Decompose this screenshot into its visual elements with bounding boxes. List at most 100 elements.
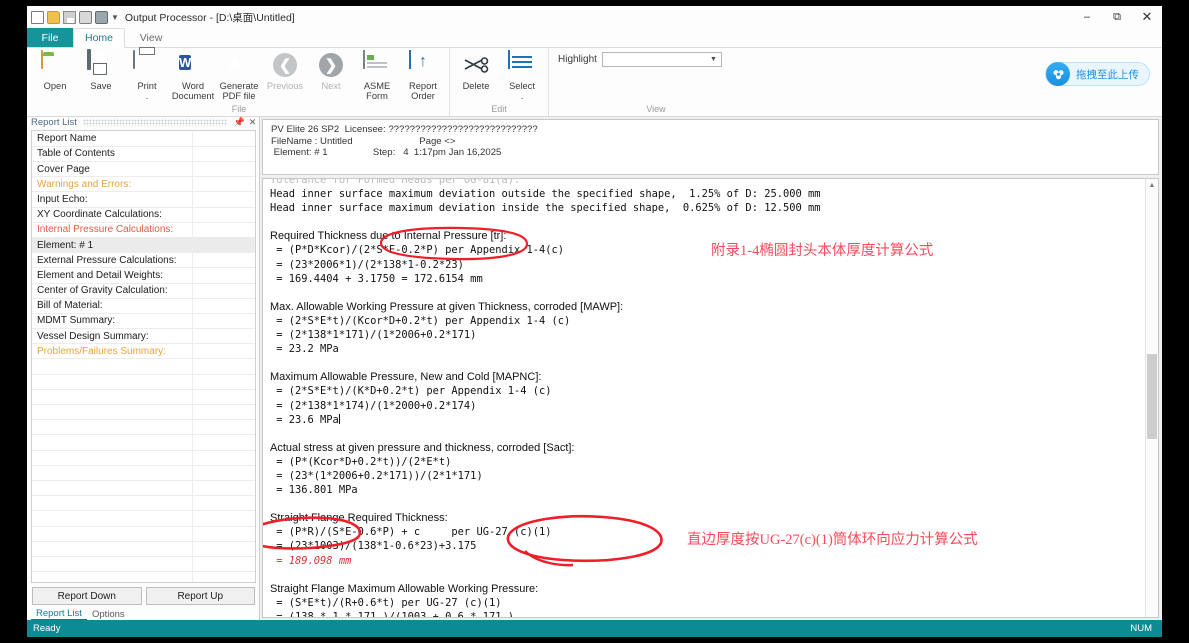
document-scroll-viewport[interactable]: Tolerance for Formed Heads per UG-81(a):… <box>263 179 1145 617</box>
report-list-row[interactable]: External Pressure Calculations: <box>32 252 255 269</box>
report-line: Maximum Allowable Pressure, New and Cold… <box>270 371 542 384</box>
report-line: = 169.4404 + 3.1750 = 172.6154 mm <box>270 272 483 285</box>
highlight-label: Highlight <box>558 54 597 65</box>
report-list-row[interactable]: Warnings and Errors: <box>32 176 255 193</box>
report-list-row[interactable]: Bill of Material: <box>32 298 255 314</box>
delete-button[interactable]: Delete <box>453 48 499 91</box>
report-list-row-value <box>191 343 255 360</box>
report-list-row-empty[interactable] <box>32 434 255 451</box>
highlight-combo[interactable]: ▼ <box>601 52 722 67</box>
report-list-row-label: Table of Contents <box>32 146 192 163</box>
report-list-row[interactable]: XY Coordinate Calculations: <box>32 207 255 223</box>
application-window: ▼ Output Processor - [D:\桌面\Untitled] – … <box>27 6 1162 637</box>
report-list-row-label: Input Echo: <box>32 191 192 208</box>
report-list-row-empty[interactable] <box>32 541 255 557</box>
new-icon[interactable] <box>31 10 44 24</box>
upload-pill-button[interactable]: 拖拽至此上传 <box>1045 62 1150 86</box>
report-line: = (2*138*1*174)/(1*2000+0.2*174) <box>270 399 477 412</box>
report-text[interactable]: Tolerance for Formed Heads per UG-81(a):… <box>270 179 1145 617</box>
tab-home[interactable]: Home <box>73 28 126 48</box>
report-list-row[interactable]: Problems/Failures Summary: <box>32 343 255 360</box>
next-button[interactable]: ❯ Next <box>308 48 354 91</box>
report-line: = (P*D*Kcor)/(2*S*E-0.2*P) per Appendix … <box>270 244 565 257</box>
report-list-table: Report Name Table of Contents Cover Page Wa… <box>32 131 255 583</box>
restore-button[interactable]: ⧉ <box>1102 6 1132 28</box>
report-list-row[interactable]: Vessel Design Summary: <box>32 328 255 345</box>
report-list-row-value <box>191 313 255 330</box>
report-list-row-value <box>191 267 255 284</box>
report-list-row[interactable]: Input Echo: <box>32 191 255 208</box>
report-list-row-label: Report Name <box>32 131 192 147</box>
report-list-grid[interactable]: Report Name Table of Contents Cover Page Wa… <box>31 130 256 583</box>
text-caret <box>338 413 340 424</box>
scrollbar-thumb[interactable] <box>1147 354 1157 439</box>
report-list-row[interactable]: Center of Gravity Calculation: <box>32 283 255 299</box>
generate-pdf-button[interactable]: Generate PDF file <box>216 48 262 101</box>
customize-caret-icon[interactable]: ▼ <box>111 11 119 24</box>
ribbon: Open Save Print . W Word Document Genera… <box>27 48 1162 117</box>
report-line: Straight Flange Maximum Allowable Workin… <box>270 582 539 595</box>
report-list-row-empty[interactable] <box>32 480 255 497</box>
scroll-up-icon[interactable]: ▲ <box>1146 179 1158 191</box>
sidebar-tab-report-list[interactable]: Report List <box>31 608 87 620</box>
report-list-row-label: MDMT Summary: <box>32 313 192 330</box>
report-list-row[interactable]: Element: # 1 <box>32 237 255 254</box>
tab-file[interactable]: File <box>27 28 73 48</box>
report-list-row-empty[interactable] <box>32 510 255 527</box>
report-list-row-label: Cover Page <box>32 161 192 178</box>
baidu-netdisk-icon <box>1046 62 1070 86</box>
report-list-row-empty[interactable] <box>32 419 255 436</box>
caption-dots <box>82 119 227 127</box>
report-list-row[interactable]: Cover Page <box>32 161 255 178</box>
report-list-row-empty[interactable] <box>32 465 255 481</box>
save-icon[interactable] <box>63 10 76 24</box>
report-list-row[interactable]: MDMT Summary: <box>32 313 255 330</box>
minimize-button[interactable]: – <box>1072 6 1102 28</box>
open-folder-icon <box>41 50 69 79</box>
report-list-row[interactable]: Internal Pressure Calculations: <box>32 222 255 238</box>
report-list-row-empty[interactable] <box>32 404 255 421</box>
asme-form-button[interactable]: ASME Form <box>354 48 400 101</box>
print-icon[interactable] <box>79 10 92 24</box>
report-list-row[interactable]: Element and Detail Weights: <box>32 267 255 284</box>
report-list-row-value <box>191 207 255 223</box>
print-preview-icon[interactable] <box>95 10 108 24</box>
pin-icon[interactable]: 📌 <box>233 117 246 128</box>
report-order-button[interactable]: Report Order <box>400 48 446 101</box>
report-list-row-empty[interactable] <box>32 450 255 466</box>
report-list-row[interactable]: Report Name <box>32 131 255 147</box>
report-list-row-label: Problems/Failures Summary: <box>32 343 192 360</box>
printer-icon <box>133 50 161 79</box>
report-list-row-empty[interactable] <box>32 358 255 375</box>
close-icon[interactable]: ✕ <box>246 117 259 128</box>
report-list-row-label: Warnings and Errors: <box>32 176 192 193</box>
quick-access-toolbar[interactable]: ▼ <box>31 10 119 24</box>
report-up-button[interactable]: Report Up <box>145 587 255 605</box>
report-list-row-empty[interactable] <box>32 495 255 512</box>
report-line: Actual stress at given pressure and thic… <box>270 441 575 454</box>
document-vertical-scrollbar[interactable]: ▲ <box>1145 179 1158 617</box>
report-down-button[interactable]: Report Down <box>32 587 142 605</box>
open-icon[interactable] <box>47 10 60 24</box>
save-button[interactable]: Save <box>78 48 124 91</box>
report-list-row-empty[interactable] <box>32 556 255 573</box>
tab-view[interactable]: View <box>125 28 177 48</box>
word-document-button-label: Word Document <box>171 81 215 101</box>
sidebar-tab-options[interactable]: Options <box>87 608 130 620</box>
previous-button[interactable]: ❮ Previous <box>262 48 308 91</box>
report-list-row-empty[interactable] <box>32 526 255 542</box>
document-header: PV Elite 26 SP2 Licensee: ??????????????… <box>262 119 1159 175</box>
report-line: = (23*2006*1)/(2*138*1-0.2*23) <box>270 258 464 271</box>
word-document-button[interactable]: W Word Document <box>170 48 216 101</box>
select-button[interactable]: Select . <box>499 48 545 101</box>
close-button[interactable]: ✕ <box>1132 6 1162 28</box>
pdf-file-icon <box>225 51 253 79</box>
report-list-row-empty[interactable] <box>32 374 255 390</box>
report-list-row-empty[interactable] <box>32 571 255 583</box>
document-header-line-3: Element: # 1 Step: 4 1:17pm Jan 16,2025 <box>271 147 502 158</box>
report-line: = (138 * 1 * 171 )/(1003 + 0.6 * 171 ) <box>270 610 514 617</box>
report-list-row[interactable]: Table of Contents <box>32 146 255 163</box>
report-list-row-empty[interactable] <box>32 389 255 406</box>
open-button[interactable]: Open <box>32 48 78 91</box>
print-button[interactable]: Print . <box>124 48 170 101</box>
